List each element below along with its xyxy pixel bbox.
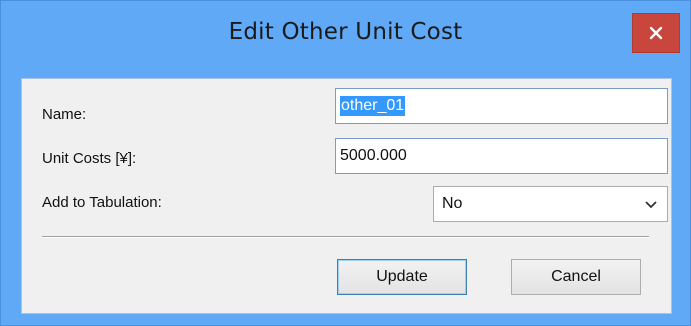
name-input[interactable]: other_01 [335,88,668,124]
title-bar[interactable]: Edit Other Unit Cost [1,1,690,85]
tabulation-selected-value: No [442,195,463,212]
name-input-value: other_01 [340,96,406,116]
name-label: Name: [42,106,87,123]
update-button[interactable]: Update [337,259,467,295]
unit-costs-input[interactable]: 5000.000 [335,138,668,174]
unit-costs-input-value: 5000.000 [340,147,407,164]
dialog-window: Edit Other Unit Cost Name: other_01 Unit… [0,0,691,326]
cancel-button[interactable]: Cancel [511,259,641,295]
separator [42,236,649,238]
dialog-body: Name: other_01 Unit Costs [¥]: 5000.000 … [21,78,672,314]
tabulation-label: Add to Tabulation: [42,194,162,211]
unit-costs-label: Unit Costs [¥]: [42,150,137,167]
close-button[interactable] [632,13,680,53]
dialog-title: Edit Other Unit Cost [228,19,463,45]
chevron-down-icon [645,201,657,209]
tabulation-dropdown[interactable]: No [433,186,668,222]
close-icon [649,26,663,40]
